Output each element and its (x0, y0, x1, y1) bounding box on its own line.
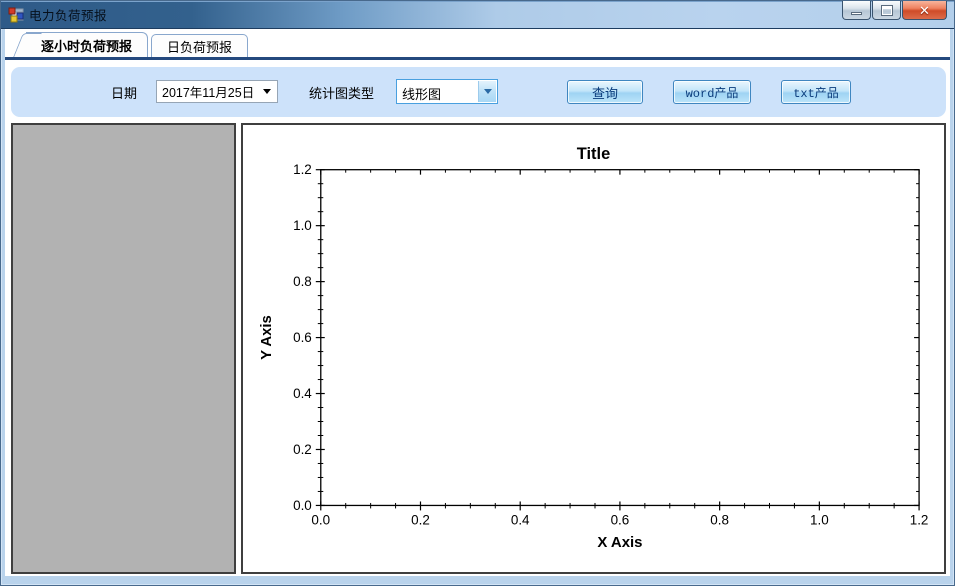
svg-text:Y Axis: Y Axis (258, 315, 275, 360)
query-button[interactable]: 查询 (567, 80, 643, 104)
tab-separator-line (5, 57, 950, 60)
tab-label: 逐小时负荷预报 (41, 38, 133, 54)
tab-hourly-load-forecast[interactable]: 逐小时负荷预报 (26, 32, 149, 57)
svg-text:1.0: 1.0 (810, 512, 829, 527)
chevron-down-icon (263, 89, 271, 94)
toolbar-panel: 日期 2017年11月25日 统计图类型 线形图 查询 word产品 txt产品 (11, 67, 946, 117)
word-product-button[interactable]: word产品 (673, 80, 751, 104)
svg-text:1.0: 1.0 (293, 218, 312, 233)
svg-text:0.0: 0.0 (311, 512, 330, 527)
titlebar[interactable]: 电力负荷预报 ✕ (1, 1, 954, 29)
query-button-label: 查询 (591, 85, 618, 101)
maximize-icon (881, 5, 892, 15)
date-label: 日期 (111, 86, 138, 101)
close-button[interactable]: ✕ (902, 1, 947, 20)
txt-product-button[interactable]: txt产品 (781, 80, 851, 104)
chevron-down-icon (483, 89, 492, 94)
tab-daily-load-forecast[interactable]: 日负荷预报 (151, 34, 249, 57)
svg-text:1.2: 1.2 (910, 512, 929, 527)
maximize-button[interactable] (872, 1, 901, 20)
window-title: 电力负荷预报 (29, 9, 108, 23)
svg-text:X Axis: X Axis (597, 534, 642, 551)
data-grid-placeholder (11, 123, 236, 574)
content-row: 0.0 0.2 0.4 0.6 0.8 1.0 1.2 0.0 0.2 0.4 0.6 0.8 1.0 1… (11, 123, 946, 574)
app-window-icon (8, 7, 24, 22)
svg-text:0.2: 0.2 (411, 512, 430, 527)
svg-text:0.8: 0.8 (293, 274, 312, 289)
date-picker-value: 2017年11月25日 (162, 86, 255, 100)
app-window: 电力负荷预报 ✕ 逐小时负荷预报 日负荷预报 日期 2017年11月25日 统计… (0, 0, 955, 586)
forecast-chart: 0.0 0.2 0.4 0.6 0.8 1.0 1.2 0.0 0.2 0.4 0.6 0.8 1.0 1… (258, 145, 929, 551)
minimize-button[interactable] (842, 1, 871, 20)
tabstrip: 逐小时负荷预报 日负荷预报 (5, 29, 950, 57)
close-icon: ✕ (919, 2, 930, 18)
svg-text:0.6: 0.6 (293, 330, 312, 345)
client-area: 逐小时负荷预报 日负荷预报 日期 2017年11月25日 统计图类型 线形图 查… (5, 29, 950, 576)
svg-text:0.0: 0.0 (293, 498, 312, 513)
svg-text:Title: Title (577, 145, 611, 163)
svg-text:1.2: 1.2 (293, 162, 312, 177)
combo-dropdown-button[interactable] (478, 81, 496, 102)
svg-text:0.2: 0.2 (293, 442, 312, 457)
minimize-icon (851, 12, 862, 15)
svg-text:0.8: 0.8 (710, 512, 729, 527)
tab-label: 日负荷预报 (167, 39, 233, 55)
chart-type-select[interactable]: 线形图 (396, 79, 498, 104)
date-picker[interactable]: 2017年11月25日 (156, 80, 278, 103)
chart-panel: 0.0 0.2 0.4 0.6 0.8 1.0 1.2 0.0 0.2 0.4 0.6 0.8 1.0 1… (241, 123, 946, 574)
svg-text:0.4: 0.4 (511, 512, 530, 527)
svg-text:0.6: 0.6 (611, 512, 630, 527)
chart-type-label: 统计图类型 (309, 86, 375, 101)
txt-button-label: txt产品 (793, 86, 839, 101)
window-controls: ✕ (841, 1, 947, 20)
date-picker-dropdown-button[interactable] (257, 81, 277, 102)
word-button-label: word产品 (685, 86, 739, 101)
chart-type-value: 线形图 (402, 87, 442, 102)
svg-text:0.4: 0.4 (293, 386, 312, 401)
